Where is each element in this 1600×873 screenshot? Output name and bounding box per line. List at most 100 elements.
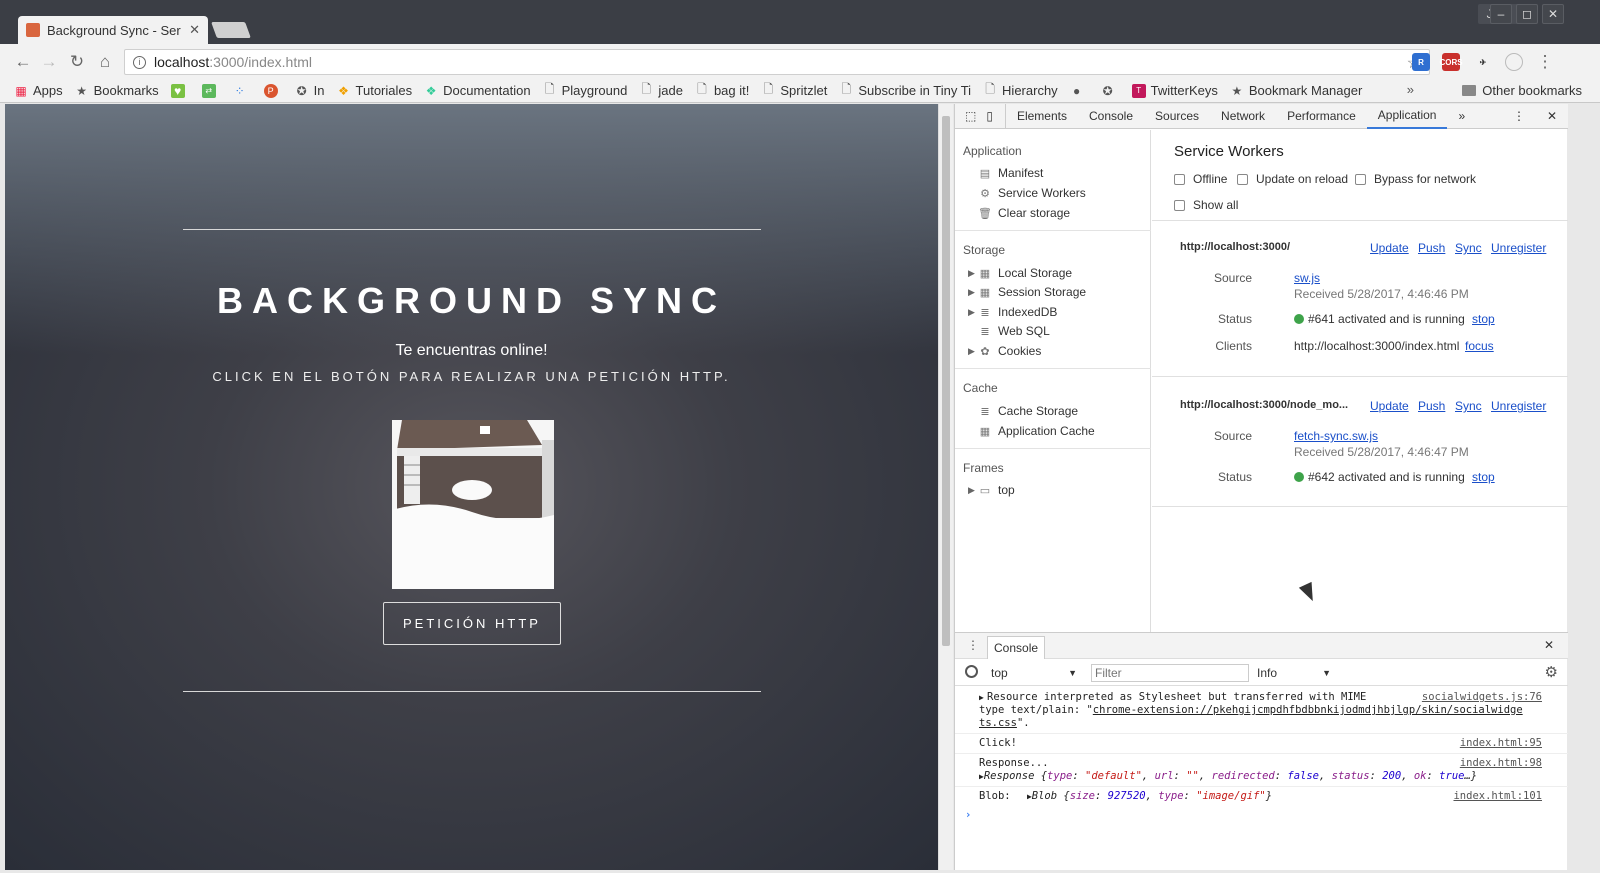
minimize-button[interactable]: – <box>1490 4 1512 24</box>
bookmark-apps[interactable]: ▦ Apps <box>14 83 62 98</box>
sidebar-item-local-storage[interactable]: ▶ ▦ Local Storage <box>968 266 1072 280</box>
update-on-reload-checkbox[interactable]: Update on reload <box>1237 172 1348 186</box>
context-select[interactable]: top ▼ <box>991 664 1077 682</box>
worker-update-link[interactable]: Update <box>1370 399 1409 413</box>
expand-arrow-icon[interactable]: ▶ <box>968 287 975 298</box>
close-tab-icon[interactable]: ✕ <box>189 22 200 38</box>
address-bar[interactable]: i localhost:3000/index.html ☆ <box>124 49 1430 75</box>
sidebar-item-cookies[interactable]: ▶ ✿ Cookies <box>968 344 1041 358</box>
response-object[interactable]: Response {type: "default", url: "", redi… <box>984 770 1477 782</box>
console-filter-input[interactable] <box>1091 664 1249 682</box>
bookmark-in[interactable]: ✪ In <box>295 83 325 98</box>
bookmark-jade[interactable]: 🗋 jade <box>639 82 683 98</box>
worker-push-link[interactable]: Push <box>1418 399 1445 413</box>
console-prompt[interactable]: › <box>955 806 1568 824</box>
bookmark-spritzlet[interactable]: 🗋 Spritzlet <box>761 82 828 98</box>
home-icon[interactable]: ⌂ <box>94 51 116 73</box>
sidebar-item-web-sql[interactable]: ≣ Web SQL <box>979 324 1049 338</box>
worker-sync-link[interactable]: Sync <box>1455 399 1482 413</box>
clear-console-icon[interactable] <box>965 665 978 678</box>
worker-source-link[interactable]: fetch-sync.sw.js <box>1294 429 1378 443</box>
sidebar-item-application-cache[interactable]: ▦ Application Cache <box>979 424 1095 438</box>
tab-console[interactable]: Console <box>1078 104 1144 129</box>
worker-unregister-link[interactable]: Unregister <box>1491 241 1546 255</box>
show-all-checkbox[interactable]: Show all <box>1174 198 1238 212</box>
expand-arrow-icon[interactable]: ▶ <box>968 485 975 496</box>
scrollbar-thumb[interactable] <box>942 116 950 646</box>
tab-sources[interactable]: Sources <box>1144 104 1210 129</box>
bookmark-bag-it[interactable]: 🗋 bag it! <box>695 82 749 98</box>
message-source-link[interactable]: index.html:101 <box>1453 790 1542 803</box>
sidebar-item-frame-top[interactable]: ▶ ▭ top <box>968 483 1015 497</box>
bypass-for-network-checkbox[interactable]: Bypass for network <box>1355 172 1476 186</box>
tab-application[interactable]: Application <box>1366 104 1448 129</box>
sidebar-item-service-workers[interactable]: ⚙ Service Workers <box>979 186 1086 200</box>
expand-arrow-icon[interactable]: ▶ <box>979 691 984 704</box>
console-link[interactable]: chrome-extension://pkehgijcmpdhfbdbbnkij… <box>1093 704 1523 716</box>
sidebar-item-session-storage[interactable]: ▶ ▦ Session Storage <box>968 285 1086 299</box>
http-request-button[interactable]: PETICIÓN HTTP <box>383 602 561 645</box>
page-scrollbar[interactable] <box>938 104 953 870</box>
other-bookmarks[interactable]: Other bookmarks <box>1462 83 1582 98</box>
sidebar-item-clear-storage[interactable]: 🗑 Clear storage <box>978 206 1070 220</box>
bookmark-dark[interactable]: ● <box>1070 84 1089 98</box>
bookmark-twitterkeys[interactable]: T TwitterKeys <box>1131 83 1218 98</box>
devtools-menu-icon[interactable]: ⋮ <box>1502 104 1536 129</box>
device-toolbar-icon[interactable]: ▯ <box>982 103 1006 129</box>
new-tab-button[interactable] <box>211 22 251 38</box>
worker-push-link[interactable]: Push <box>1418 241 1445 255</box>
extension-r-icon[interactable]: R <box>1412 53 1430 71</box>
close-drawer-icon[interactable]: ✕ <box>1544 638 1554 652</box>
chrome-menu-icon[interactable]: ⋮ <box>1534 51 1556 73</box>
message-source-link[interactable]: index.html:95 <box>1460 737 1542 750</box>
sidebar-item-cache-storage[interactable]: ≣ Cache Storage <box>979 404 1078 418</box>
bookmark-heart[interactable]: ♥ <box>170 83 190 98</box>
back-icon[interactable]: ← <box>12 51 34 73</box>
bookmark-manager[interactable]: ★ Bookmark Manager <box>1230 83 1362 98</box>
extension-plane-icon[interactable]: ✈ <box>1474 53 1492 71</box>
bookmark-dots[interactable]: ⁘ <box>233 84 252 98</box>
worker-stop-link[interactable]: stop <box>1472 312 1495 326</box>
bookmark-tutoriales[interactable]: ❖ Tutoriales <box>337 83 412 98</box>
bookmark-documentation[interactable]: ❖ Documentation <box>424 83 531 98</box>
forward-icon[interactable]: → <box>38 51 60 73</box>
sidebar-item-manifest[interactable]: ▤ Manifest <box>979 166 1044 180</box>
bookmark-playground[interactable]: 🗋 Playground <box>543 82 628 98</box>
worker-update-link[interactable]: Update <box>1370 241 1409 255</box>
site-info-icon[interactable]: i <box>133 55 146 69</box>
close-window-button[interactable]: ✕ <box>1542 4 1564 24</box>
maximize-button[interactable]: ◻ <box>1516 4 1538 24</box>
extension-circle-icon[interactable] <box>1505 53 1523 71</box>
reload-icon[interactable]: ↻ <box>66 51 88 73</box>
expand-arrow-icon[interactable]: ▶ <box>968 346 975 357</box>
worker-unregister-link[interactable]: Unregister <box>1491 399 1546 413</box>
drawer-menu-icon[interactable]: ⋮ <box>967 638 979 652</box>
more-tabs-icon[interactable]: » <box>1447 104 1476 129</box>
console-link[interactable]: ts.css <box>979 717 1017 729</box>
tab-performance[interactable]: Performance <box>1276 104 1367 129</box>
tab-elements[interactable]: Elements <box>1006 104 1078 129</box>
bookmarks-overflow-button[interactable]: » <box>1407 82 1414 97</box>
worker-sync-link[interactable]: Sync <box>1455 241 1482 255</box>
message-source-link[interactable]: index.html:98 <box>1460 757 1542 770</box>
drawer-tab-console[interactable]: Console <box>987 636 1046 659</box>
bookmark-hierarchy[interactable]: 🗋 Hierarchy <box>983 82 1057 98</box>
browser-tab[interactable]: Background Sync - Ser ✕ <box>18 16 208 44</box>
offline-checkbox[interactable]: Offline <box>1174 172 1227 186</box>
blob-object[interactable]: Blob {size: 927520, type: "image/gif"} <box>1032 790 1272 802</box>
close-devtools-icon[interactable]: ✕ <box>1536 104 1568 129</box>
bookmark-green[interactable]: ⇄ <box>201 83 221 98</box>
log-level-select[interactable]: Info ▼ <box>1257 664 1331 682</box>
bookmark-star-circle[interactable]: ✪ <box>1101 84 1120 98</box>
worker-source-link[interactable]: sw.js <box>1294 271 1320 285</box>
tab-network[interactable]: Network <box>1210 104 1276 129</box>
worker-stop-link[interactable]: stop <box>1472 470 1495 484</box>
extension-cors-icon[interactable]: CORS <box>1439 53 1463 71</box>
worker-focus-link[interactable]: focus <box>1465 339 1494 353</box>
console-settings-gear-icon[interactable]: ⚙ <box>1545 663 1558 681</box>
sidebar-item-indexeddb[interactable]: ▶ ≣ IndexedDB <box>968 305 1057 319</box>
expand-arrow-icon[interactable]: ▶ <box>968 307 975 318</box>
message-source-link[interactable]: socialwidgets.js:76 <box>1422 691 1542 704</box>
bookmark-p[interactable]: P <box>263 83 283 98</box>
expand-arrow-icon[interactable]: ▶ <box>968 268 975 279</box>
